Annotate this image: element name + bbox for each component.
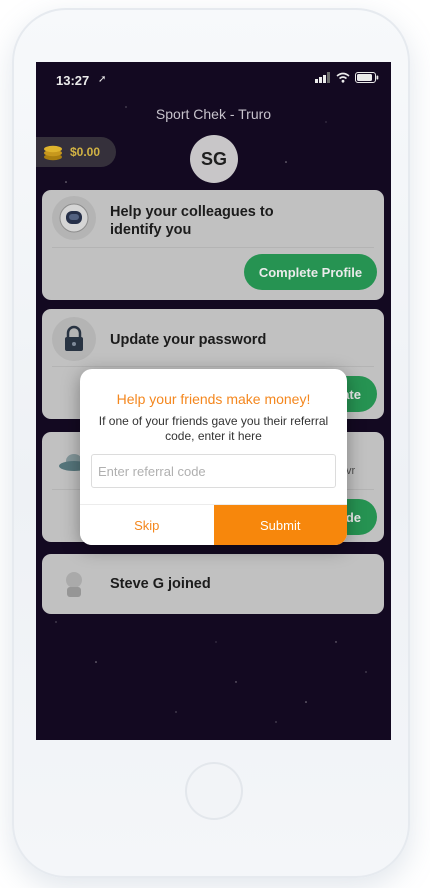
- skip-button[interactable]: Skip: [80, 505, 214, 545]
- modal-body: If one of your friends gave you their re…: [98, 414, 329, 443]
- submit-button[interactable]: Submit: [213, 505, 347, 545]
- referral-modal: Help your friends make money! If one of …: [80, 369, 347, 545]
- modal-actions: Skip Submit: [80, 504, 347, 545]
- modal-title: Help your friends make money!: [116, 391, 311, 407]
- home-button[interactable]: [185, 762, 243, 820]
- referral-code-input[interactable]: [91, 454, 336, 488]
- app-screen: 13:27 ➚ Sport Chek - Truro $0.00 SG Help…: [36, 62, 391, 740]
